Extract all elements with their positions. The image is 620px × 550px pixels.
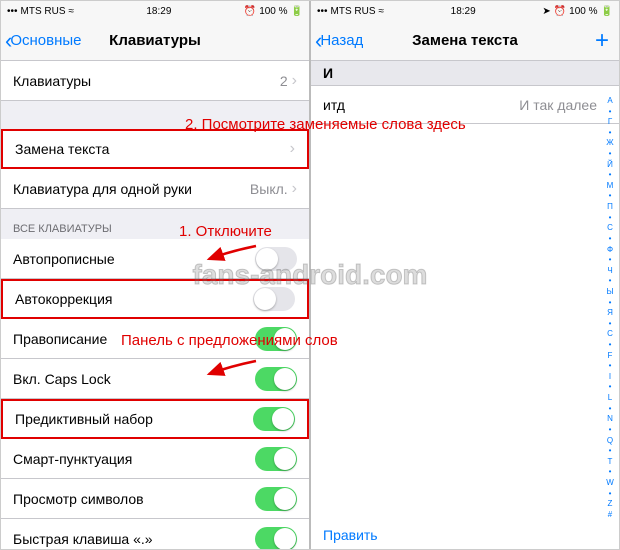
row-label: Клавиатуры	[13, 73, 280, 89]
row-smartpunct[interactable]: Смарт-пунктуация	[1, 439, 309, 479]
signal-icon: •••	[317, 6, 328, 17]
status-bar: ••• MTS RUS ≈ 18:29 ➤ ⏰ 100 % 🔋	[311, 1, 619, 21]
clock: 18:29	[146, 6, 171, 17]
row-predictive[interactable]: Предиктивный набор	[1, 399, 309, 439]
battery-icon: 🔋	[601, 6, 613, 17]
toggle-predictive[interactable]	[253, 407, 295, 431]
row-text-replace[interactable]: Замена текста ›	[1, 129, 309, 169]
row-label: Предиктивный набор	[15, 411, 253, 427]
row-label: Автокоррекция	[15, 291, 253, 307]
chevron-right-icon: ›	[290, 140, 295, 158]
location-icon: ➤	[542, 6, 550, 17]
toggle-autocorrect[interactable]	[253, 287, 295, 311]
replacement-list: И итд И так далее	[311, 61, 619, 549]
row-detail: 2	[280, 73, 288, 89]
add-button[interactable]: +	[595, 29, 609, 53]
toggle-shortcut[interactable]	[255, 527, 297, 550]
row-detail: Выкл.	[250, 181, 288, 197]
nav-header: ‹ Назад Замена текста +	[311, 21, 619, 61]
edit-button[interactable]: Править	[323, 527, 378, 543]
row-label: Правописание	[13, 331, 255, 347]
signal-icon: •••	[7, 6, 18, 17]
toggle-smartpunct[interactable]	[255, 447, 297, 471]
toggle-capslock[interactable]	[255, 367, 297, 391]
carrier-label: MTS RUS	[331, 6, 376, 17]
battery-pct: 100 %	[569, 6, 597, 17]
toggle-autocap[interactable]	[255, 247, 297, 271]
group-header: ВСЕ КЛАВИАТУРЫ	[1, 209, 309, 239]
wifi-icon: ≈	[69, 6, 75, 17]
row-label: Вкл. Caps Lock	[13, 371, 255, 387]
replacement-row[interactable]: итд И так далее	[311, 86, 619, 124]
row-shortcut[interactable]: Быстрая клавиша «.»	[1, 519, 309, 549]
status-bar: ••• MTS RUS ≈ 18:29 ⏰ 100 % 🔋	[1, 1, 309, 21]
alarm-icon: ⏰	[554, 6, 566, 17]
back-label: Основные	[10, 32, 81, 49]
nav-header: ‹ Основные Клавиатуры	[1, 21, 309, 61]
row-spell[interactable]: Правописание	[1, 319, 309, 359]
wifi-icon: ≈	[379, 6, 385, 17]
battery-pct: 100 %	[259, 6, 287, 17]
row-autocorrect[interactable]: Автокоррекция	[1, 279, 309, 319]
alpha-index[interactable]: А•Г•Ж•Й•М•П•С•Ф•Ч•Ы•Я•C•F•I•L•N•Q•T•W•Z#	[603, 97, 617, 519]
row-one-hand[interactable]: Клавиатура для одной руки Выкл. ›	[1, 169, 309, 209]
toggle-spell[interactable]	[255, 327, 297, 351]
row-label: Просмотр символов	[13, 491, 255, 507]
clock: 18:29	[451, 6, 476, 17]
toggle-charpreview[interactable]	[255, 487, 297, 511]
row-label: Замена текста	[15, 141, 290, 157]
settings-list: Клавиатуры 2 › Замена текста › Клавиатур…	[1, 61, 309, 549]
row-label: Автопрописные	[13, 251, 255, 267]
back-button[interactable]: ‹ Основные	[1, 30, 82, 52]
right-phone: ••• MTS RUS ≈ 18:29 ➤ ⏰ 100 % 🔋 ‹ Назад …	[311, 1, 619, 549]
chevron-right-icon: ›	[292, 180, 297, 198]
row-keyboards[interactable]: Клавиатуры 2 ›	[1, 61, 309, 101]
shortcut-text: итд	[323, 97, 519, 113]
expansion-text: И так далее	[519, 97, 597, 113]
back-button[interactable]: ‹ Назад	[311, 30, 363, 52]
row-charpreview[interactable]: Просмотр символов	[1, 479, 309, 519]
row-label: Быстрая клавиша «.»	[13, 531, 255, 547]
row-label: Смарт-пунктуация	[13, 451, 255, 467]
row-capslock[interactable]: Вкл. Caps Lock	[1, 359, 309, 399]
chevron-right-icon: ›	[292, 72, 297, 90]
section-header: И	[311, 61, 619, 86]
alarm-icon: ⏰	[244, 6, 256, 17]
back-label: Назад	[320, 32, 363, 49]
left-phone: ••• MTS RUS ≈ 18:29 ⏰ 100 % 🔋 ‹ Основные…	[1, 1, 311, 549]
battery-icon: 🔋	[291, 6, 303, 17]
row-autocap[interactable]: Автопрописные	[1, 239, 309, 279]
carrier-label: MTS RUS	[21, 6, 66, 17]
row-label: Клавиатура для одной руки	[13, 181, 250, 197]
